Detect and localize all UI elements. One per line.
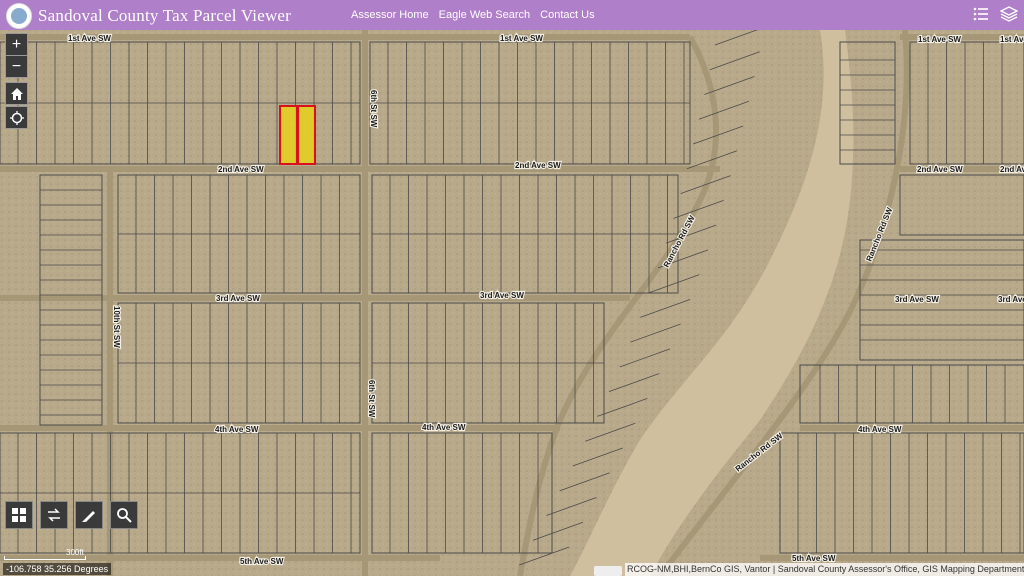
- app-header: Sandoval County Tax Parcel Viewer Assess…: [0, 0, 1024, 30]
- app-title: Sandoval County Tax Parcel Viewer: [38, 6, 292, 25]
- label-1st-ave-b: 1st Ave SW: [500, 34, 543, 43]
- header-tools: [972, 5, 1018, 23]
- label-10th-st: 10th St SW: [112, 306, 121, 348]
- search-button[interactable]: [110, 501, 138, 529]
- home-button[interactable]: [5, 82, 28, 105]
- label-5th-ave-b: 5th Ave SW: [792, 554, 836, 563]
- zoom-out-button[interactable]: −: [5, 55, 28, 78]
- map-attribution: RCOG-NM,BHI,BernCo GIS, Vantor | Sandova…: [625, 563, 1024, 576]
- home-icon: [10, 87, 23, 100]
- label-3rd-ave-b: 3rd Ave SW: [480, 291, 524, 300]
- label-6th-st-b: 6th St SW: [367, 380, 376, 418]
- label-4th-ave-b: 4th Ave SW: [422, 423, 466, 432]
- map-view[interactable]: 1st Ave SW 1st Ave SW 1st Ave SW 1st Ave…: [0, 30, 1024, 576]
- label-1st-ave-c: 1st Ave SW: [918, 35, 961, 44]
- aerial-parcel-map[interactable]: 1st Ave SW 1st Ave SW 1st Ave SW 1st Ave…: [0, 30, 1024, 576]
- nav-contact-us[interactable]: Contact Us: [540, 9, 594, 21]
- label-6th-st-a: 6th St SW: [369, 90, 378, 128]
- measure-button[interactable]: [75, 501, 103, 529]
- locate-icon: [9, 110, 24, 125]
- zoom-in-button[interactable]: +: [5, 33, 28, 56]
- label-2nd-ave-a: 2nd Ave SW: [218, 165, 264, 174]
- label-2nd-ave-d: 2nd Ave SW: [1000, 165, 1024, 174]
- coordinate-readout: -106.758 35.256 Degrees: [3, 563, 112, 575]
- county-seal-logo: [6, 3, 32, 29]
- nav-assessor-home[interactable]: Assessor Home: [351, 9, 429, 21]
- measure-icon: [82, 511, 95, 522]
- scale-label: 300ft: [66, 548, 84, 557]
- label-3rd-ave-a: 3rd Ave SW: [216, 294, 260, 303]
- basemap-gallery-button[interactable]: [5, 501, 33, 529]
- label-4th-ave-c: 4th Ave SW: [858, 425, 902, 434]
- swap-button[interactable]: [40, 501, 68, 529]
- list-icon[interactable]: [972, 5, 990, 23]
- label-1st-ave-d: 1st Ave SW: [1000, 35, 1024, 44]
- label-3rd-ave-d: 3rd Ave SW: [998, 295, 1024, 304]
- locate-button[interactable]: [5, 106, 28, 129]
- label-5th-ave-a: 5th Ave SW: [240, 557, 284, 566]
- top-nav: Assessor Home Eagle Web Search Contact U…: [351, 9, 595, 21]
- label-3rd-ave-c: 3rd Ave SW: [895, 295, 939, 304]
- label-4th-ave-a: 4th Ave SW: [215, 425, 259, 434]
- swap-icon: [48, 508, 60, 522]
- basemap-gallery-icon: [12, 508, 26, 522]
- layers-icon[interactable]: [1000, 5, 1018, 23]
- esri-logo: [594, 566, 622, 576]
- selected-parcels[interactable]: [279, 105, 316, 165]
- search-icon: [117, 508, 132, 523]
- label-2nd-ave-b: 2nd Ave SW: [515, 161, 561, 170]
- label-1st-ave-a: 1st Ave SW: [68, 34, 111, 43]
- label-2nd-ave-c: 2nd Ave SW: [917, 165, 963, 174]
- nav-eagle-web-search[interactable]: Eagle Web Search: [439, 9, 531, 21]
